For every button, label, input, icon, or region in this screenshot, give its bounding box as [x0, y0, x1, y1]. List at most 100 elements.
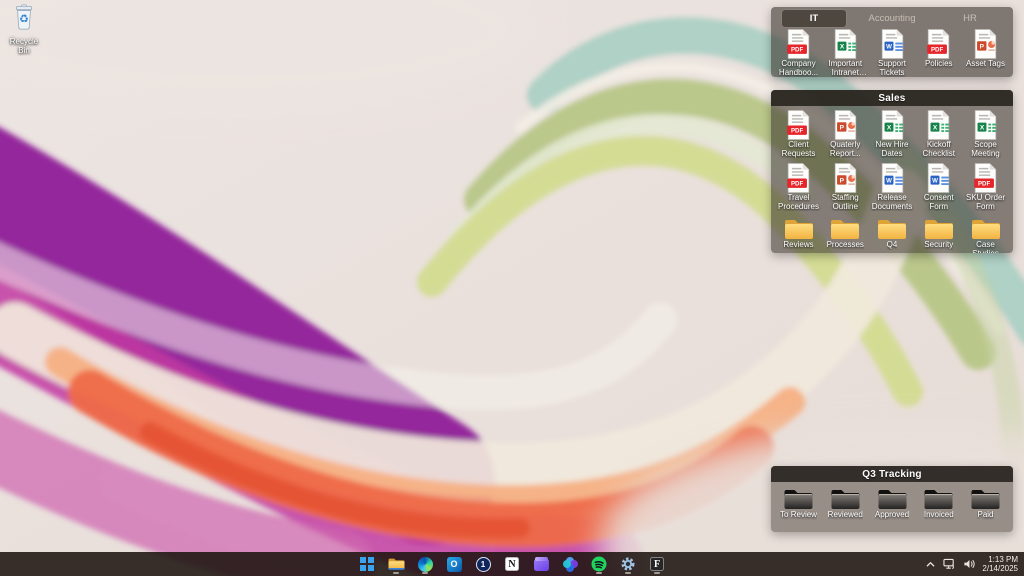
fences-icon: F — [650, 557, 664, 571]
desktop-item-label: Approved — [875, 511, 909, 520]
tab-accounting[interactable]: Accounting — [860, 10, 924, 27]
desktop-item-important-intranet-links[interactable]: X Important Intranet Links — [823, 29, 868, 77]
desktop-item-label: Scope Meeting — [963, 141, 1008, 158]
pdf-file-icon: PDF — [926, 29, 951, 59]
desktop-item-label: Paid — [977, 511, 993, 520]
desktop-item-label: Case Studies — [963, 241, 1008, 253]
tab-it[interactable]: IT — [782, 10, 846, 27]
fences-taskbar-button[interactable]: F — [647, 553, 667, 575]
desktop-item-invoiced[interactable]: Invoiced — [916, 486, 961, 520]
folder-file-icon — [877, 216, 907, 240]
desktop-item-kickoff-checklist[interactable]: X Kickoff Checklist — [916, 110, 961, 161]
desktop-item-label: SKU Order Form — [963, 194, 1008, 211]
photos-taskbar-button[interactable] — [560, 553, 580, 575]
desktop-item-support-tickets[interactable]: W Support Tickets — [870, 29, 915, 77]
pdf-file-icon: PDF — [973, 163, 998, 193]
start-button[interactable] — [357, 553, 377, 575]
fences-group-it: IT Accounting HR PDF Company Handboo... X … — [771, 7, 1013, 77]
svg-text:X: X — [886, 125, 891, 132]
desktop-item-label: Policies — [925, 60, 953, 69]
edge-taskbar-button[interactable] — [415, 553, 435, 575]
desktop-item-reviews[interactable]: Reviews — [776, 216, 821, 253]
desktop-item-release-documents[interactable]: W Release Documents — [870, 163, 915, 214]
desktop-item-policies[interactable]: PDF Policies — [916, 29, 961, 77]
outlook-icon: O — [447, 557, 462, 572]
sales-title: Sales — [878, 93, 905, 104]
chevron-up-icon — [925, 559, 936, 570]
desktop-item-q4[interactable]: Q4 — [870, 216, 915, 253]
desktop-item-label: Consent Form — [916, 194, 961, 211]
svg-text:X: X — [840, 44, 845, 51]
fences-group-sales: Sales PDF Client Requests P Quaterly Rep… — [771, 90, 1013, 253]
outlook-taskbar-button[interactable]: O — [444, 553, 464, 575]
pdf-file-icon: PDF — [786, 29, 811, 59]
desktop-item-security[interactable]: Security — [916, 216, 961, 253]
svg-text:X: X — [980, 125, 985, 132]
folder-dark-file-icon — [923, 486, 954, 510]
excel-file-icon: X — [926, 110, 951, 140]
1password-taskbar-button[interactable]: 1 — [473, 553, 493, 575]
desktop-item-label: Reviews — [783, 241, 813, 250]
taskbar: O1N F — [0, 552, 1024, 576]
1password-icon: 1 — [476, 557, 491, 572]
pdf-file-icon: PDF — [786, 163, 811, 193]
desktop-item-consent-form[interactable]: W Consent Form — [916, 163, 961, 214]
movies-tv-icon — [534, 559, 549, 571]
taskbar-clock[interactable]: 1:13 PM 2/14/2025 — [982, 555, 1020, 573]
spotify-taskbar-button[interactable] — [589, 553, 609, 575]
desktop-item-label: Company Handboo... — [776, 60, 821, 77]
volume-tray-icon[interactable] — [963, 558, 975, 570]
desktop-item-quaterly-report[interactable]: P Quaterly Report... — [823, 110, 868, 161]
fences-group-title[interactable]: Q3 Tracking — [771, 466, 1013, 482]
word-file-icon: W — [926, 163, 951, 193]
svg-text:PDF: PDF — [791, 47, 803, 54]
tray-chevron-button[interactable] — [925, 559, 936, 570]
fences-items-row: PDF Travel Procedures P Staffing Outline… — [771, 161, 1013, 214]
desktop-item-client-requests[interactable]: PDF Client Requests — [776, 110, 821, 161]
ppt-file-icon: P — [833, 110, 858, 140]
desktop-item-travel-procedures[interactable]: PDF Travel Procedures — [776, 163, 821, 214]
desktop-item-reviewed[interactable]: Reviewed — [823, 486, 868, 520]
desktop-item-label: Important Intranet Links — [823, 60, 868, 77]
desktop-item-label: Client Requests — [776, 141, 821, 158]
desktop-item-sku-order-form[interactable]: PDF SKU Order Form — [963, 163, 1008, 214]
clock-date: 2/14/2025 — [982, 564, 1018, 573]
network-tray-icon[interactable] — [943, 558, 956, 570]
desktop-item-approved[interactable]: Approved — [870, 486, 915, 520]
desktop-item-case-studies[interactable]: Case Studies — [963, 216, 1008, 253]
recycle-bin-shortcut[interactable]: ♻ Recycle Bin — [3, 4, 45, 55]
tab-hr[interactable]: HR — [938, 10, 1002, 27]
desktop-item-staffing-outline[interactable]: P Staffing Outline — [823, 163, 868, 214]
fences-group-title[interactable]: Sales — [771, 90, 1013, 106]
svg-text:X: X — [933, 125, 938, 132]
desktop-item-scope-meeting[interactable]: X Scope Meeting — [963, 110, 1008, 161]
fences-group-q3: Q3 Tracking To Review Reviewed Approved … — [771, 466, 1013, 532]
desktop-item-company-handboo[interactable]: PDF Company Handboo... — [776, 29, 821, 77]
desktop-item-to-review[interactable]: To Review — [776, 486, 821, 520]
folder-file-icon — [971, 216, 1001, 240]
fences-items-row: PDF Client Requests P Quaterly Report...… — [771, 108, 1013, 161]
file-explorer-taskbar-button[interactable] — [386, 553, 406, 575]
desktop-item-asset-tags[interactable]: P Asset Tags — [963, 29, 1008, 77]
desktop-item-paid[interactable]: Paid — [963, 486, 1008, 520]
folder-file-icon — [830, 216, 860, 240]
desktop-item-new-hire-dates[interactable]: X New Hire Dates — [870, 110, 915, 161]
desktop-item-processes[interactable]: Processes — [823, 216, 868, 253]
desktop-item-label: Reviewed — [828, 511, 863, 520]
folder-file-icon — [924, 216, 954, 240]
desktop-item-label: Asset Tags — [966, 60, 1005, 69]
movies-tv-taskbar-button[interactable] — [531, 553, 551, 575]
ppt-file-icon: P — [833, 163, 858, 193]
settings-taskbar-button[interactable] — [618, 553, 638, 575]
photos-icon — [563, 557, 578, 572]
fences-tab-bar: IT Accounting HR — [775, 10, 1009, 27]
svg-text:P: P — [839, 125, 844, 132]
desktop-item-label: Invoiced — [924, 511, 954, 520]
desktop: ♻ Recycle Bin IT Accounting HR PDF Company… — [0, 0, 1024, 576]
svg-text:PDF: PDF — [791, 128, 803, 135]
system-tray: 1:13 PM 2/14/2025 — [925, 552, 1020, 576]
recycle-bin-icon: ♻ — [12, 4, 36, 36]
svg-text:W: W — [886, 44, 892, 51]
notion-taskbar-button[interactable]: N — [502, 553, 522, 575]
ppt-file-icon: P — [973, 29, 998, 59]
